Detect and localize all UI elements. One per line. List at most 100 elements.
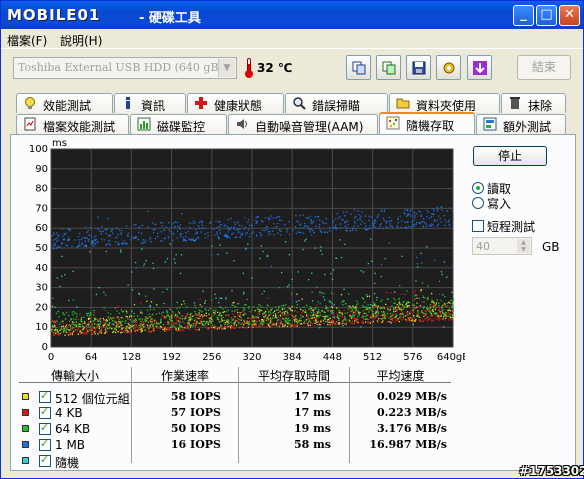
tab-row1-5[interactable]: 抹除: [501, 93, 566, 113]
data-point: [178, 312, 181, 314]
tab-row2-2[interactable]: 自動噪音管理(AAM): [228, 114, 378, 134]
data-point: [221, 297, 223, 299]
data-point: [354, 320, 356, 322]
data-point: [155, 313, 158, 315]
data-point: [228, 235, 230, 237]
tab-row2-1[interactable]: 磁碟監控: [130, 114, 227, 134]
data-point: [237, 229, 239, 231]
data-point: [120, 233, 122, 235]
data-point: [304, 309, 307, 311]
data-point: [101, 328, 103, 330]
data-point: [191, 318, 193, 320]
menu-help[interactable]: 說明(H): [60, 32, 102, 49]
data-point: [116, 310, 118, 312]
short-test-size-input[interactable]: 40 ▲ ▼: [472, 237, 532, 255]
read-radio[interactable]: [472, 182, 484, 194]
data-point: [344, 318, 347, 320]
data-point: [368, 311, 370, 313]
minimize-button[interactable]: _: [513, 5, 534, 26]
data-point: [414, 320, 416, 322]
data-point: [291, 315, 294, 317]
title-bar[interactable]: MOBILE01 - 硬碟工具 _ □ ✕: [1, 1, 583, 29]
data-point: [408, 319, 410, 321]
data-point: [344, 316, 346, 318]
data-point: [68, 334, 70, 336]
data-point: [239, 231, 241, 233]
data-point: [344, 225, 346, 227]
data-point: [122, 327, 124, 329]
data-point: [180, 235, 182, 237]
data-point: [152, 267, 155, 270]
data-point: [392, 313, 394, 315]
maximize-button[interactable]: □: [536, 5, 557, 26]
data-point: [310, 312, 312, 314]
data-point: [325, 231, 327, 234]
stop-button[interactable]: 停止: [473, 146, 547, 166]
download-button[interactable]: [467, 55, 492, 80]
data-point: [176, 307, 178, 310]
data-point: [124, 329, 126, 331]
tab-row2-3[interactable]: 隨機存取: [379, 112, 475, 134]
data-point: [360, 326, 362, 328]
data-point: [370, 227, 372, 229]
data-point: [347, 308, 349, 310]
data-point: [434, 259, 436, 262]
tab-row2-0[interactable]: 檔案效能測試: [16, 114, 129, 134]
tab-row1-4[interactable]: 資料夾使用: [389, 93, 500, 113]
options-button[interactable]: [436, 55, 461, 80]
data-point: [307, 323, 309, 325]
data-point: [450, 299, 452, 302]
data-point: [55, 327, 57, 329]
data-point: [422, 225, 424, 227]
tab-row1-3[interactable]: 錯誤掃瞄: [285, 93, 388, 113]
data-point: [69, 332, 71, 334]
data-point: [317, 321, 319, 323]
data-point: [126, 316, 129, 318]
data-point: [220, 320, 222, 323]
tab-row1-0[interactable]: 效能測試: [16, 93, 113, 113]
data-point: [447, 315, 449, 317]
data-point: [319, 229, 321, 231]
data-point: [278, 287, 281, 289]
data-point: [355, 319, 358, 321]
data-point: [443, 261, 445, 263]
series-checkbox[interactable]: [39, 389, 51, 403]
data-point: [153, 323, 155, 325]
close-button[interactable]: ✕: [559, 5, 580, 26]
write-radio[interactable]: [472, 197, 484, 209]
spin-arrows-icon[interactable]: ▲ ▼: [517, 239, 530, 253]
data-point: [122, 317, 125, 320]
data-point: [291, 278, 293, 280]
series-checkbox[interactable]: [39, 453, 51, 467]
save-button[interactable]: [406, 55, 431, 80]
series-checkbox[interactable]: [39, 421, 51, 435]
data-point: [377, 214, 379, 216]
copy-button[interactable]: [346, 55, 371, 80]
exit-button[interactable]: 結束: [517, 55, 571, 80]
chevron-down-icon[interactable]: ▼: [218, 59, 235, 77]
data-point: [404, 209, 406, 211]
tab-row1-1[interactable]: 資訊: [114, 93, 186, 113]
copy-all-button[interactable]: [376, 55, 401, 80]
series-checkbox[interactable]: [39, 437, 51, 451]
data-point: [53, 334, 56, 337]
data-point: [341, 315, 344, 318]
data-point: [201, 311, 203, 313]
data-point: [232, 319, 234, 321]
info-icon: [126, 97, 130, 109]
data-point: [418, 316, 421, 318]
tab-row2-4[interactable]: 額外測試: [476, 114, 566, 134]
data-point: [413, 225, 415, 227]
data-point: [451, 314, 453, 316]
data-point: [134, 331, 136, 333]
data-point: [121, 331, 123, 333]
short-test-checkbox[interactable]: [472, 220, 484, 232]
menu-file[interactable]: 檔案(F): [7, 32, 47, 49]
data-point: [436, 210, 439, 212]
data-point: [97, 227, 99, 229]
data-point: [282, 322, 284, 324]
series-checkbox[interactable]: [39, 405, 51, 419]
device-select[interactable]: Toshiba External USB HDD (640 gB) ▼: [13, 57, 237, 79]
tab-row1-2[interactable]: 健康狀態: [187, 93, 284, 113]
data-point: [359, 217, 361, 219]
